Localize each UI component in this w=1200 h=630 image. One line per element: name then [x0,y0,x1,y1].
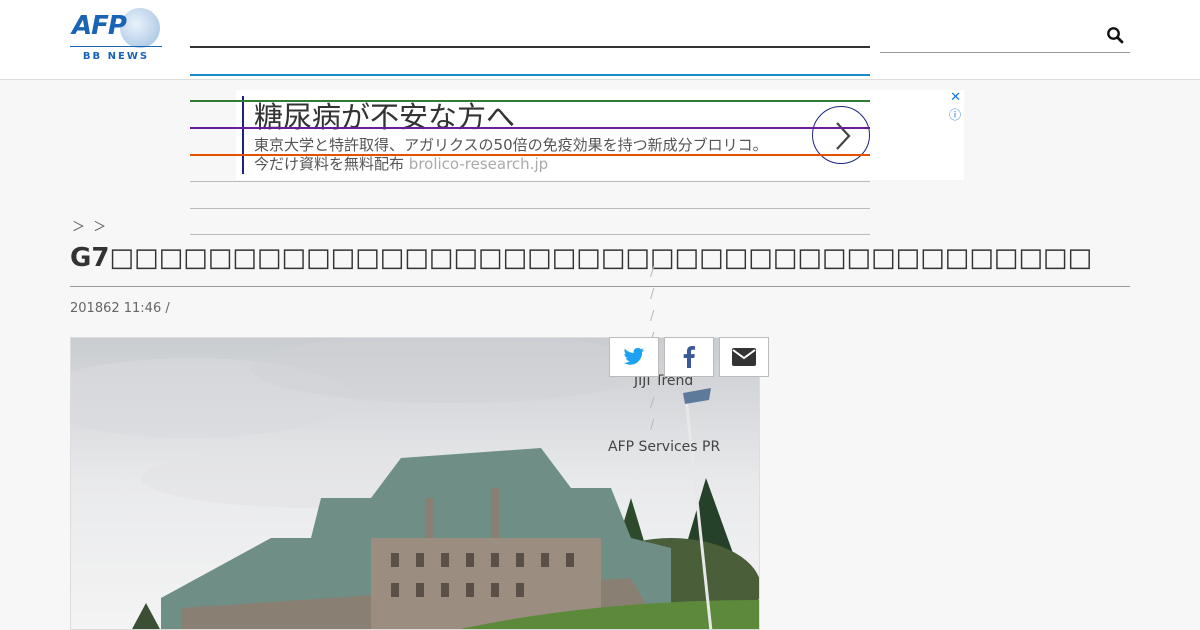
article-date: 201862 11:46 / [70,301,170,316]
ad-accent-bar [242,96,244,174]
twitter-icon [623,347,645,365]
facebook-icon [683,346,695,368]
chevron-right-icon [836,122,851,150]
ad-body-line1: 東京大学と特許取得、アガリクスの50倍の免疫効果を持つ新成分ブロリコ。 [254,136,768,154]
sidebar-separator: / [650,396,655,411]
sidebar-separator: / [650,309,655,324]
sidebar-separator: / [650,265,655,280]
menu-rule-green [190,100,870,102]
share-twitter-button[interactable] [609,337,659,377]
site-header: AFP BB NEWS [0,0,1200,80]
search-icon[interactable] [1106,26,1124,44]
menu-rule-purple [190,127,870,129]
article-title: G7□□□□□□□□□□□□□□□□□□□□□□□□□□□□□□□□□□□□□□… [70,243,1093,273]
share-email-button[interactable] [719,337,769,377]
afp-bb-news-logo[interactable]: AFP BB NEWS [70,8,162,64]
title-divider [70,286,1130,287]
logo-subtitle: BB NEWS [82,51,150,62]
menu-rule-orange [190,154,870,156]
menu-rule-gray-2 [190,208,870,209]
ad-cta-text: 今だけ資料を無料配布 [254,155,405,173]
ad-close-icon[interactable]: ✕ [950,90,961,105]
nav-rule-primary [190,46,870,48]
sidebar-separator: / [650,418,655,433]
share-facebook-button[interactable] [664,337,714,377]
ad-domain: brolico-research.jp [408,155,549,173]
email-icon [732,348,756,366]
logo-wordmark: AFP [72,11,127,41]
menu-rule-gray-1 [190,181,870,182]
logo-divider [70,46,162,47]
menu-rule-gray-3 [190,234,870,235]
sidebar-separator: / [650,287,655,302]
advertisement-banner[interactable]: 糖尿病が不安な方へ 東京大学と特許取得、アガリクスの50倍の免疫効果を持つ新成分… [236,90,964,180]
sidebar-link-afp-services-pr[interactable]: AFP Services PR [608,439,720,455]
search-input[interactable] [880,22,1130,53]
ad-body-line2: 今だけ資料を無料配布 brolico-research.jp [254,155,768,174]
ad-info-icon[interactable]: ⓘ [949,106,961,123]
globe-icon [120,8,160,48]
nav-rule-secondary [190,74,870,76]
breadcrumb[interactable]: ＞ ＞ [72,216,108,235]
